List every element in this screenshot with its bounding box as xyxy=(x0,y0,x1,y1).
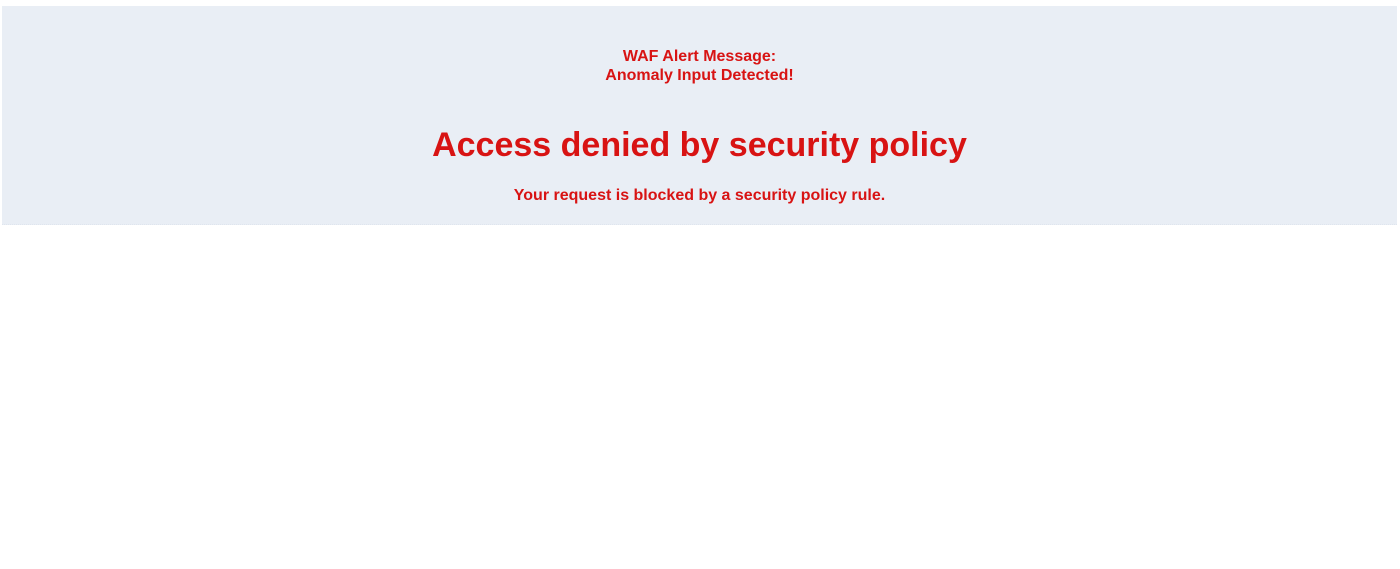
waf-alert-detail: Anomaly Input Detected! xyxy=(605,67,794,84)
blocked-request-message: Your request is blocked by a security po… xyxy=(513,187,886,204)
waf-alert-panel: WAF Alert Message: Anomaly Input Detecte… xyxy=(2,6,1397,225)
waf-alert-message: WAF Alert Message: Anomaly Input Detecte… xyxy=(2,47,1397,85)
waf-alert-title: WAF Alert Message: xyxy=(622,48,777,65)
access-denied-heading: Access denied by security policy xyxy=(432,126,967,164)
